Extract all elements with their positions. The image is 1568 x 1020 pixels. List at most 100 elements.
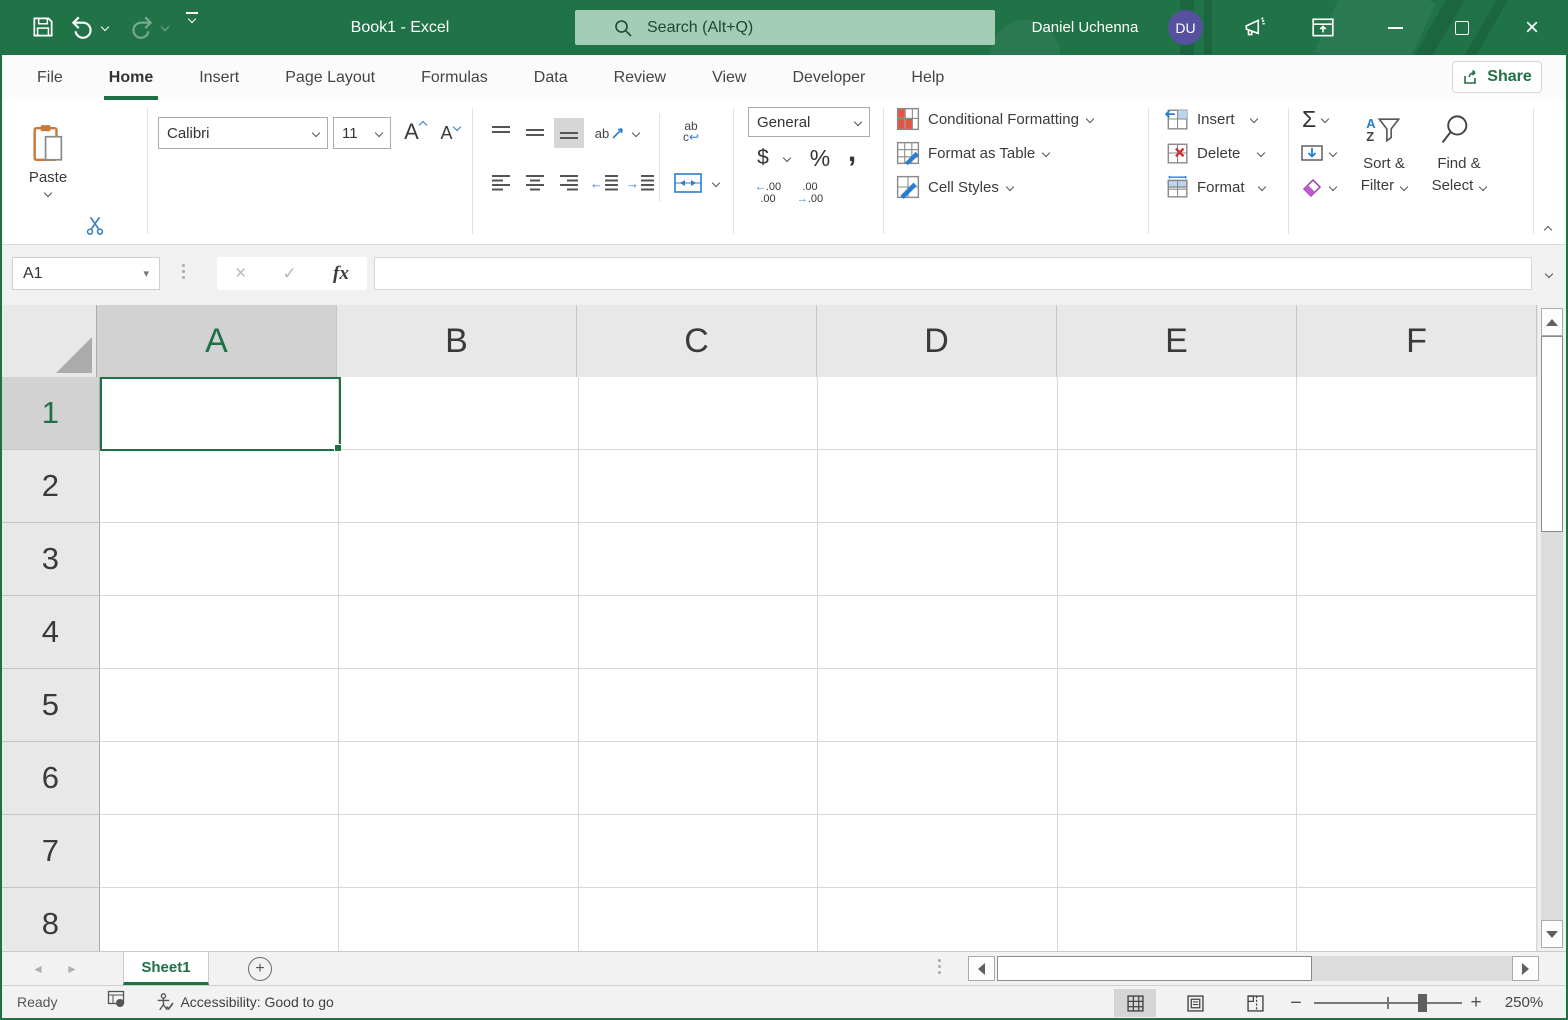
cell-E6[interactable] (1058, 742, 1298, 815)
customize-quick-access-toolbar-button[interactable] (186, 12, 198, 42)
cell-D3[interactable] (818, 523, 1058, 596)
tab-insert[interactable]: Insert (182, 55, 256, 100)
number-format-select[interactable]: General (748, 107, 870, 137)
decrease-indent-button[interactable]: ← (588, 168, 620, 198)
zoom-in-button[interactable]: + (1466, 994, 1486, 1012)
column-header-F[interactable]: F (1297, 305, 1537, 377)
cell-B2[interactable] (339, 450, 579, 523)
cell-D8[interactable] (818, 888, 1058, 951)
cell-E8[interactable] (1058, 888, 1298, 951)
page-break-preview-button[interactable] (1234, 989, 1276, 1017)
center-button[interactable] (520, 168, 550, 198)
page-layout-view-button[interactable] (1174, 989, 1216, 1017)
cell-F7[interactable] (1297, 815, 1537, 888)
select-all-button[interactable] (2, 305, 97, 377)
row-header-8[interactable]: 8 (2, 888, 100, 951)
find-select-label[interactable]: Find & Select (1424, 152, 1494, 198)
cut-button[interactable] (82, 213, 108, 237)
cell-E5[interactable] (1058, 669, 1298, 742)
decrease-decimal-button[interactable]: ←.00 .00 (750, 178, 786, 208)
minimize-button[interactable] (1363, 0, 1427, 55)
cell-C8[interactable] (579, 888, 819, 951)
sheet-tab-sheet1[interactable]: Sheet1 (123, 952, 209, 985)
cell-D1[interactable] (818, 377, 1058, 450)
cell-E1[interactable] (1058, 377, 1298, 450)
accessibility-checker-button[interactable]: Accessibility: Good to go (155, 993, 333, 1012)
next-sheet-button[interactable]: ► (60, 957, 84, 981)
column-header-A[interactable]: A (97, 305, 337, 377)
wrap-text-button[interactable]: ab c↩ (670, 114, 712, 150)
cell-A8[interactable] (100, 888, 340, 951)
merge-center-button[interactable] (668, 166, 708, 200)
format-cells-button[interactable]: Format (1165, 174, 1265, 200)
tab-scrollbar-splitter[interactable] (938, 959, 941, 974)
macro-record-button[interactable] (107, 990, 127, 1014)
account-name[interactable]: Daniel Uchenna (1010, 0, 1160, 55)
increase-decimal-button[interactable]: .00 →.00 (792, 178, 828, 208)
cell-styles-button[interactable]: Cell Styles (896, 174, 1013, 200)
feedback-button[interactable] (1232, 0, 1278, 55)
cell-D6[interactable] (818, 742, 1058, 815)
expand-formula-bar-button[interactable] (1538, 263, 1560, 285)
cell-B6[interactable] (339, 742, 579, 815)
cell-F3[interactable] (1297, 523, 1537, 596)
cell-E7[interactable] (1058, 815, 1298, 888)
cell-C7[interactable] (579, 815, 819, 888)
align-right-button[interactable] (554, 168, 584, 198)
cancel-button[interactable]: × (235, 263, 246, 285)
cell-B3[interactable] (339, 523, 579, 596)
new-sheet-button[interactable]: + (248, 957, 272, 981)
cell-F1[interactable] (1297, 377, 1537, 450)
sort-filter-button[interactable]: A Z (1356, 108, 1412, 152)
tab-page-layout[interactable]: Page Layout (268, 55, 392, 100)
orientation-menu-button[interactable] (628, 118, 644, 148)
column-header-D[interactable]: D (817, 305, 1057, 377)
cell-B8[interactable] (339, 888, 579, 951)
cell-C4[interactable] (579, 596, 819, 669)
redo-button[interactable] (128, 12, 168, 42)
cell-C5[interactable] (579, 669, 819, 742)
name-box[interactable]: A1 ▾ (12, 257, 160, 290)
cell-F2[interactable] (1297, 450, 1537, 523)
previous-sheet-button[interactable]: ◄ (26, 957, 50, 981)
ribbon-display-options-button[interactable] (1300, 0, 1346, 55)
name-box-resizer[interactable] (182, 264, 185, 279)
vertical-scroll-thumb[interactable] (1541, 336, 1563, 532)
scroll-up-button[interactable] (1541, 308, 1563, 336)
name-box-dropdown-icon[interactable]: ▾ (143, 267, 149, 280)
autosum-button[interactable]: Σ (1302, 106, 1328, 132)
cell-A2[interactable] (100, 450, 340, 523)
cell-A3[interactable] (100, 523, 340, 596)
formula-input[interactable] (374, 257, 1532, 290)
delete-cells-button[interactable]: Delete (1165, 140, 1264, 166)
clear-button[interactable] (1300, 174, 1336, 200)
paste-button[interactable]: Paste (20, 112, 76, 207)
scroll-right-button[interactable] (1512, 956, 1539, 981)
tab-formulas[interactable]: Formulas (404, 55, 505, 100)
undo-button[interactable] (68, 12, 108, 42)
row-header-1[interactable]: 1 (2, 377, 100, 450)
zoom-slider-thumb[interactable] (1418, 994, 1427, 1012)
cell-C1[interactable] (579, 377, 819, 450)
insert-function-button[interactable]: fx (333, 263, 349, 285)
cell-B4[interactable] (339, 596, 579, 669)
tab-review[interactable]: Review (597, 55, 683, 100)
search-box[interactable]: Search (Alt+Q) (575, 10, 995, 45)
cell-B5[interactable] (339, 669, 579, 742)
undo-menu-chevron-icon[interactable] (101, 23, 109, 31)
cell-C6[interactable] (579, 742, 819, 815)
redo-menu-chevron-icon[interactable] (161, 23, 169, 31)
comma-style-button[interactable]: , (840, 136, 864, 168)
align-left-button[interactable] (486, 168, 516, 198)
cell-D4[interactable] (818, 596, 1058, 669)
accounting-format-button[interactable]: $ (750, 142, 776, 174)
row-header-3[interactable]: 3 (2, 523, 100, 596)
percent-style-button[interactable]: % (804, 142, 836, 174)
tab-developer[interactable]: Developer (775, 55, 882, 100)
cell-C2[interactable] (579, 450, 819, 523)
column-header-E[interactable]: E (1057, 305, 1297, 377)
cell-F4[interactable] (1297, 596, 1537, 669)
cell-D7[interactable] (818, 815, 1058, 888)
sort-filter-label[interactable]: Sort & Filter (1347, 152, 1421, 198)
row-header-5[interactable]: 5 (2, 669, 100, 742)
